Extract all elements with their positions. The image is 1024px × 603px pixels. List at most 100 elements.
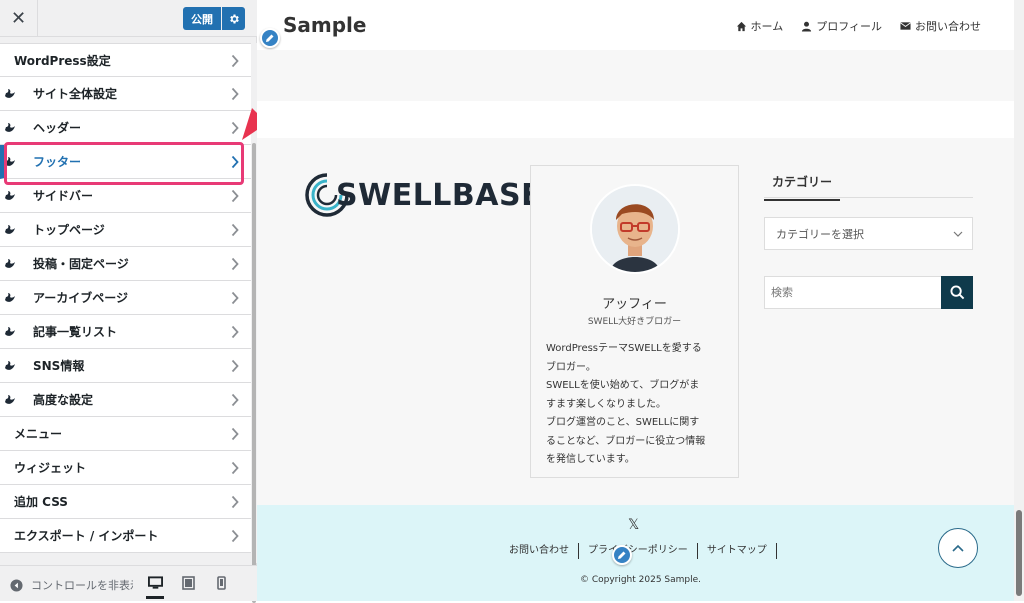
nav-label: プロフィール	[816, 20, 882, 33]
preview-desktop-button[interactable]	[146, 570, 164, 599]
menu-item-label: 投稿・固定ページ	[33, 257, 129, 271]
menu-item-5[interactable]: トップページ	[0, 213, 251, 247]
nav-item-profile[interactable]: プロフィール	[801, 18, 882, 34]
menu-item-label: アーカイブページ	[33, 291, 129, 305]
search-input[interactable]	[764, 276, 941, 309]
footer-link-contact[interactable]: お問い合わせ	[500, 543, 579, 559]
gear-icon	[229, 14, 239, 23]
footer-links: お問い合わせ プライバシーポリシー サイトマップ	[500, 543, 777, 559]
preview-mobile-button[interactable]	[212, 574, 230, 592]
menu-item-label: トップページ	[33, 223, 105, 237]
desktop-icon	[147, 576, 163, 589]
menu-item-8[interactable]: 記事一覧リスト	[0, 315, 251, 349]
user-icon	[802, 21, 812, 32]
chevron-right-icon	[231, 359, 239, 373]
menu-item-label: 追加 CSS	[14, 495, 68, 509]
swell-bird-icon	[5, 259, 15, 268]
bio-line: ブログ運営のこと、SWELLに関す	[546, 417, 700, 428]
nav-item-contact[interactable]: お問い合わせ	[900, 18, 981, 34]
page-top-button[interactable]	[938, 528, 978, 568]
chevron-right-icon	[231, 54, 239, 68]
logo-wordmark: SWELLBASE	[336, 177, 543, 213]
nav-label: お問い合わせ	[915, 20, 981, 33]
site-preview: Sample ホーム プロフィール お問い合わせ SWELLBASE アッフィー…	[257, 0, 1024, 601]
chevron-right-icon	[231, 529, 239, 543]
copyright: © Copyright 2025 Sample.	[579, 575, 702, 585]
bio-line: SWELLを使い始めて、ブログがま	[546, 380, 700, 391]
mobile-icon	[216, 576, 226, 590]
chevron-right-icon	[231, 155, 239, 169]
nav-item-home[interactable]: ホーム	[736, 18, 783, 34]
menu-item-7[interactable]: アーカイブページ	[0, 281, 251, 315]
bio-line: ブロガー。	[546, 361, 596, 373]
profile-card: アッフィー SWELL大好きブロガー WordPressテーマSWELLを愛する…	[530, 165, 739, 478]
footer-widgets: SWELLBASE アッフィー SWELL大好きブロガー WordPressテー…	[257, 138, 1024, 505]
menu-item-label: SNS情報	[33, 359, 85, 373]
site-title[interactable]: Sample	[283, 13, 366, 37]
publish-settings-button[interactable]	[222, 7, 245, 30]
menu-item-2[interactable]: ヘッダー	[0, 111, 251, 145]
menu-item-0[interactable]: WordPress設定	[0, 43, 251, 77]
chevron-right-icon	[231, 291, 239, 305]
site-header: Sample ホーム プロフィール お問い合わせ	[257, 0, 1024, 50]
chevron-right-icon	[231, 121, 239, 135]
category-select-value: カテゴリーを選択	[776, 227, 864, 241]
customizer-footer: コントロールを非表示	[0, 565, 257, 601]
search-button[interactable]	[941, 276, 973, 309]
menu-item-3[interactable]: フッター	[0, 145, 251, 179]
menu-item-1[interactable]: サイト全体設定	[0, 77, 251, 111]
chevron-right-icon	[231, 393, 239, 407]
x-social-icon[interactable]: 𝕏	[628, 517, 639, 533]
footer-logo[interactable]: SWELLBASE	[304, 172, 542, 218]
customizer-panel: ✕ 公開 WordPress設定サイト全体設定ヘッダー フッター サイドバートップペ…	[0, 0, 257, 603]
global-nav: ホーム プロフィール お問い合わせ	[736, 18, 981, 34]
menu-item-label: メニュー	[14, 427, 63, 441]
swell-bird-icon	[5, 89, 15, 98]
edit-shortcut-footer[interactable]	[612, 545, 632, 565]
content-spacer	[257, 101, 1024, 138]
menu-item-12[interactable]: ウィジェット	[0, 451, 251, 485]
swell-bird-icon	[5, 395, 15, 404]
footer-link-privacy[interactable]: プライバシーポリシー	[579, 543, 698, 559]
chevron-up-icon	[952, 544, 964, 552]
edit-shortcut-header[interactable]	[260, 28, 280, 48]
menu-item-14[interactable]: エクスポート / インポート	[0, 519, 251, 553]
mail-icon	[900, 22, 911, 30]
menu-item-6[interactable]: 投稿・固定ページ	[0, 247, 251, 281]
chevron-right-icon	[231, 325, 239, 339]
menu-item-4[interactable]: サイドバー	[0, 179, 251, 213]
swell-bird-icon	[5, 123, 15, 132]
profile-bio: WordPressテーマSWELLを愛する ブロガー。 SWELLを使い始めて、…	[546, 340, 730, 470]
menu-item-13[interactable]: 追加 CSS	[0, 485, 251, 519]
collapse-controls-button[interactable]: コントロールを非表示	[10, 577, 133, 593]
category-select[interactable]: カテゴリーを選択	[764, 217, 973, 250]
avatar-illustration-icon	[592, 186, 678, 272]
menu-item-label: ウィジェット	[14, 461, 87, 475]
search-widget	[764, 276, 973, 309]
publish-button[interactable]: 公開	[183, 7, 221, 30]
profile-name: アッフィー	[602, 297, 667, 312]
swell-bird-icon	[5, 225, 15, 234]
category-widget: カテゴリー カテゴリーを選択	[764, 165, 973, 250]
menu-item-label: サイト全体設定	[33, 87, 118, 101]
scrollbar-thumb[interactable]	[1016, 510, 1022, 596]
scrollbar-thumb[interactable]	[252, 143, 256, 603]
bio-line: を発信しています。	[546, 454, 635, 465]
footer-bottom: 𝕏 お問い合わせ プライバシーポリシー サイトマップ © Copyright 2…	[257, 505, 1024, 601]
menu-item-label: エクスポート / インポート	[14, 529, 159, 543]
swell-bird-icon	[5, 361, 15, 370]
menu-item-9[interactable]: SNS情報	[0, 349, 251, 383]
preview-scrollbar[interactable]	[1014, 0, 1024, 601]
close-icon: ✕	[10, 7, 27, 29]
preview-tablet-button[interactable]	[179, 574, 197, 592]
tablet-icon	[181, 576, 195, 590]
menu-item-11[interactable]: メニュー	[0, 417, 251, 451]
footer-link-sitemap[interactable]: サイトマップ	[698, 543, 777, 559]
close-customizer-button[interactable]: ✕	[0, 0, 38, 36]
collapse-label: コントロールを非表示	[31, 579, 133, 592]
chevron-down-icon	[953, 231, 963, 237]
menu-item-10[interactable]: 高度な設定	[0, 383, 251, 417]
avatar	[590, 184, 680, 274]
profile-tagline: SWELL大好きブロガー	[587, 317, 682, 327]
chevron-right-icon	[231, 189, 239, 203]
